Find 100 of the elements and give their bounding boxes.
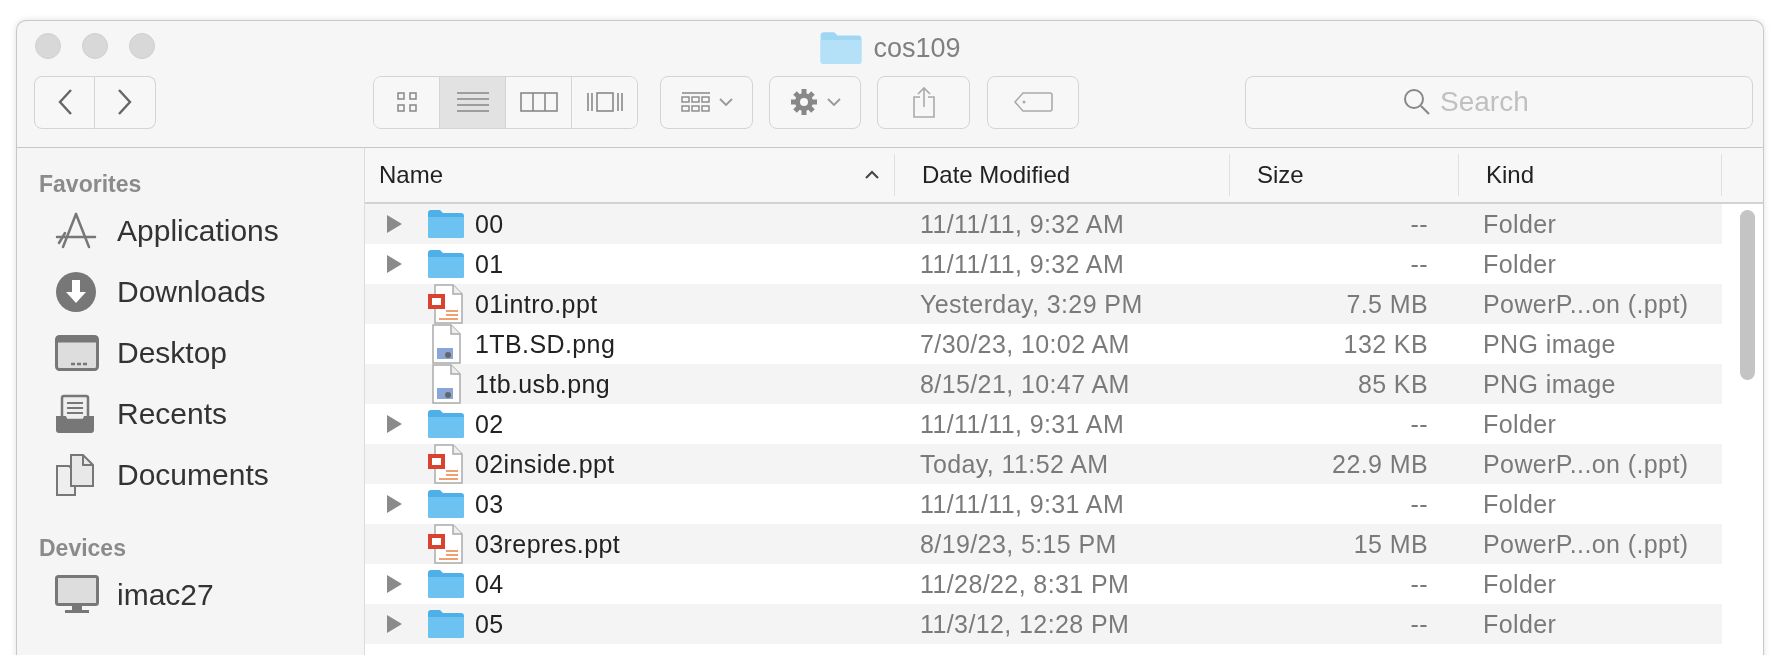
icon-grid-icon [395,91,418,113]
sidebar-item[interactable]: imac27 [17,564,364,625]
column-header[interactable]: Size [1230,154,1459,196]
date-cell-text: 8/15/21, 10:47 AM [919,369,1131,399]
sidebar-item[interactable]: Applications [17,200,364,261]
disclosure-triangle[interactable] [385,214,403,234]
folder-icon [427,249,465,279]
size-cell-text: 15 MB [1352,529,1429,559]
size-cell-text: 22.9 MB [1331,449,1429,479]
column-label: Size [1257,161,1304,189]
group-button[interactable] [660,75,753,129]
disclosure-triangle[interactable] [385,574,403,594]
documents-icon [55,453,95,496]
size-cell-text: -- [1409,489,1429,519]
settings-icon [789,87,819,117]
tray-icon [55,393,95,434]
window-title: cos109 [873,32,961,64]
file-name: 1tb.usb.png [475,369,611,399]
date-cell-text: 8/19/23, 5:15 PM [919,529,1118,559]
file-name: 00 [475,209,504,239]
file-name: 01intro.ppt [475,289,598,319]
minimize-button[interactable] [82,33,108,59]
folder-icon [427,569,465,599]
kind-cell-text: PNG image [1482,329,1617,359]
chevron-left-icon [56,88,73,116]
disclosure-triangle[interactable] [385,614,403,634]
kind-cell-text: Folder [1482,209,1558,239]
file-name: 05 [475,609,504,639]
view-mode-tab[interactable] [374,76,440,128]
sidebar-item[interactable]: Documents [17,444,364,505]
back-button[interactable] [34,75,95,129]
size-cell-text: -- [1409,569,1429,599]
sidebar-item[interactable]: Desktop [17,322,364,383]
kind-cell-text: PNG image [1482,369,1617,399]
gallery-icon [585,90,624,114]
disclosure-triangle[interactable] [385,414,403,434]
share-button[interactable] [877,75,970,129]
download-icon [55,270,97,313]
date-cell-text: 11/11/11, 9:32 AM [919,249,1126,279]
file-name: 03repres.ppt [475,529,621,559]
caret-icon [718,97,733,107]
size-cell-text: -- [1409,409,1429,439]
size-cell-text: -- [1409,249,1429,279]
forward-button[interactable] [95,75,156,129]
date-cell-text: 7/30/23, 10:02 AM [919,329,1131,359]
date-cell-text: 11/11/11, 9:32 AM [919,209,1126,239]
date-cell-text: Yesterday, 3:29 PM [919,289,1144,319]
sidebar-heading: Favorites [38,170,143,199]
folder-icon [427,409,465,439]
action-button[interactable] [769,75,861,129]
column-label: Date Modified [922,161,1071,189]
file-name: 02 [475,409,504,439]
date-cell-text: 11/11/11, 9:31 AM [919,489,1126,519]
size-cell-text: -- [1409,209,1429,239]
size-cell-text: 7.5 MB [1345,289,1429,319]
apps-icon [55,210,97,251]
close-button[interactable] [35,33,61,59]
kind-cell-text: PowerP...on (.ppt) [1482,449,1690,479]
view-mode-tab[interactable] [440,76,506,128]
sidebar-item[interactable]: Recents [17,383,364,444]
file-name: 01 [475,249,504,279]
monitor-icon [55,574,99,615]
column-label: Name [379,161,444,189]
kind-cell-text: PowerP...on (.ppt) [1482,289,1690,319]
folder-icon [819,31,864,65]
column-header[interactable]: Kind [1459,154,1722,196]
kind-cell-text: Folder [1482,489,1558,519]
folder-icon [427,489,465,519]
kind-cell-text: Folder [1482,409,1558,439]
folder-icon [427,609,465,639]
scroll-thumb[interactable] [1740,210,1755,380]
size-cell-text: 132 KB [1342,329,1429,359]
file-name: 02inside.ppt [475,449,615,479]
folder-icon [427,209,465,239]
group-icon [680,91,711,113]
file-name: 04 [475,569,504,599]
search-icon [1403,87,1431,116]
desktop-icon [55,334,99,371]
zoom-button[interactable] [129,33,155,59]
tag-icon [1013,91,1053,113]
disclosure-triangle[interactable] [385,494,403,514]
date-cell-text: Today, 11:52 AM [919,449,1110,479]
kind-cell-text: Folder [1482,249,1558,279]
file-name: 03 [475,489,504,519]
date-cell-text: 11/3/12, 12:28 PM [919,609,1131,639]
kind-cell-text: Folder [1482,569,1558,599]
date-cell-text: 11/28/22, 8:31 PM [919,569,1131,599]
share-icon [911,86,936,118]
sidebar-heading: Devices [38,534,127,563]
column-header[interactable]: Name [365,154,895,196]
file-name: 1TB.SD.png [475,329,616,359]
column-header[interactable]: Date Modified [895,154,1230,196]
date-cell-text: 11/11/11, 9:31 AM [919,409,1126,439]
sidebar-item[interactable]: Downloads [17,261,364,322]
size-cell-text: 85 KB [1356,369,1429,399]
tag-button[interactable] [987,75,1079,129]
disclosure-triangle[interactable] [385,254,403,274]
kind-cell-text: Folder [1482,609,1558,639]
kind-cell-text: PowerP...on (.ppt) [1482,529,1690,559]
size-cell-text: -- [1409,609,1429,639]
